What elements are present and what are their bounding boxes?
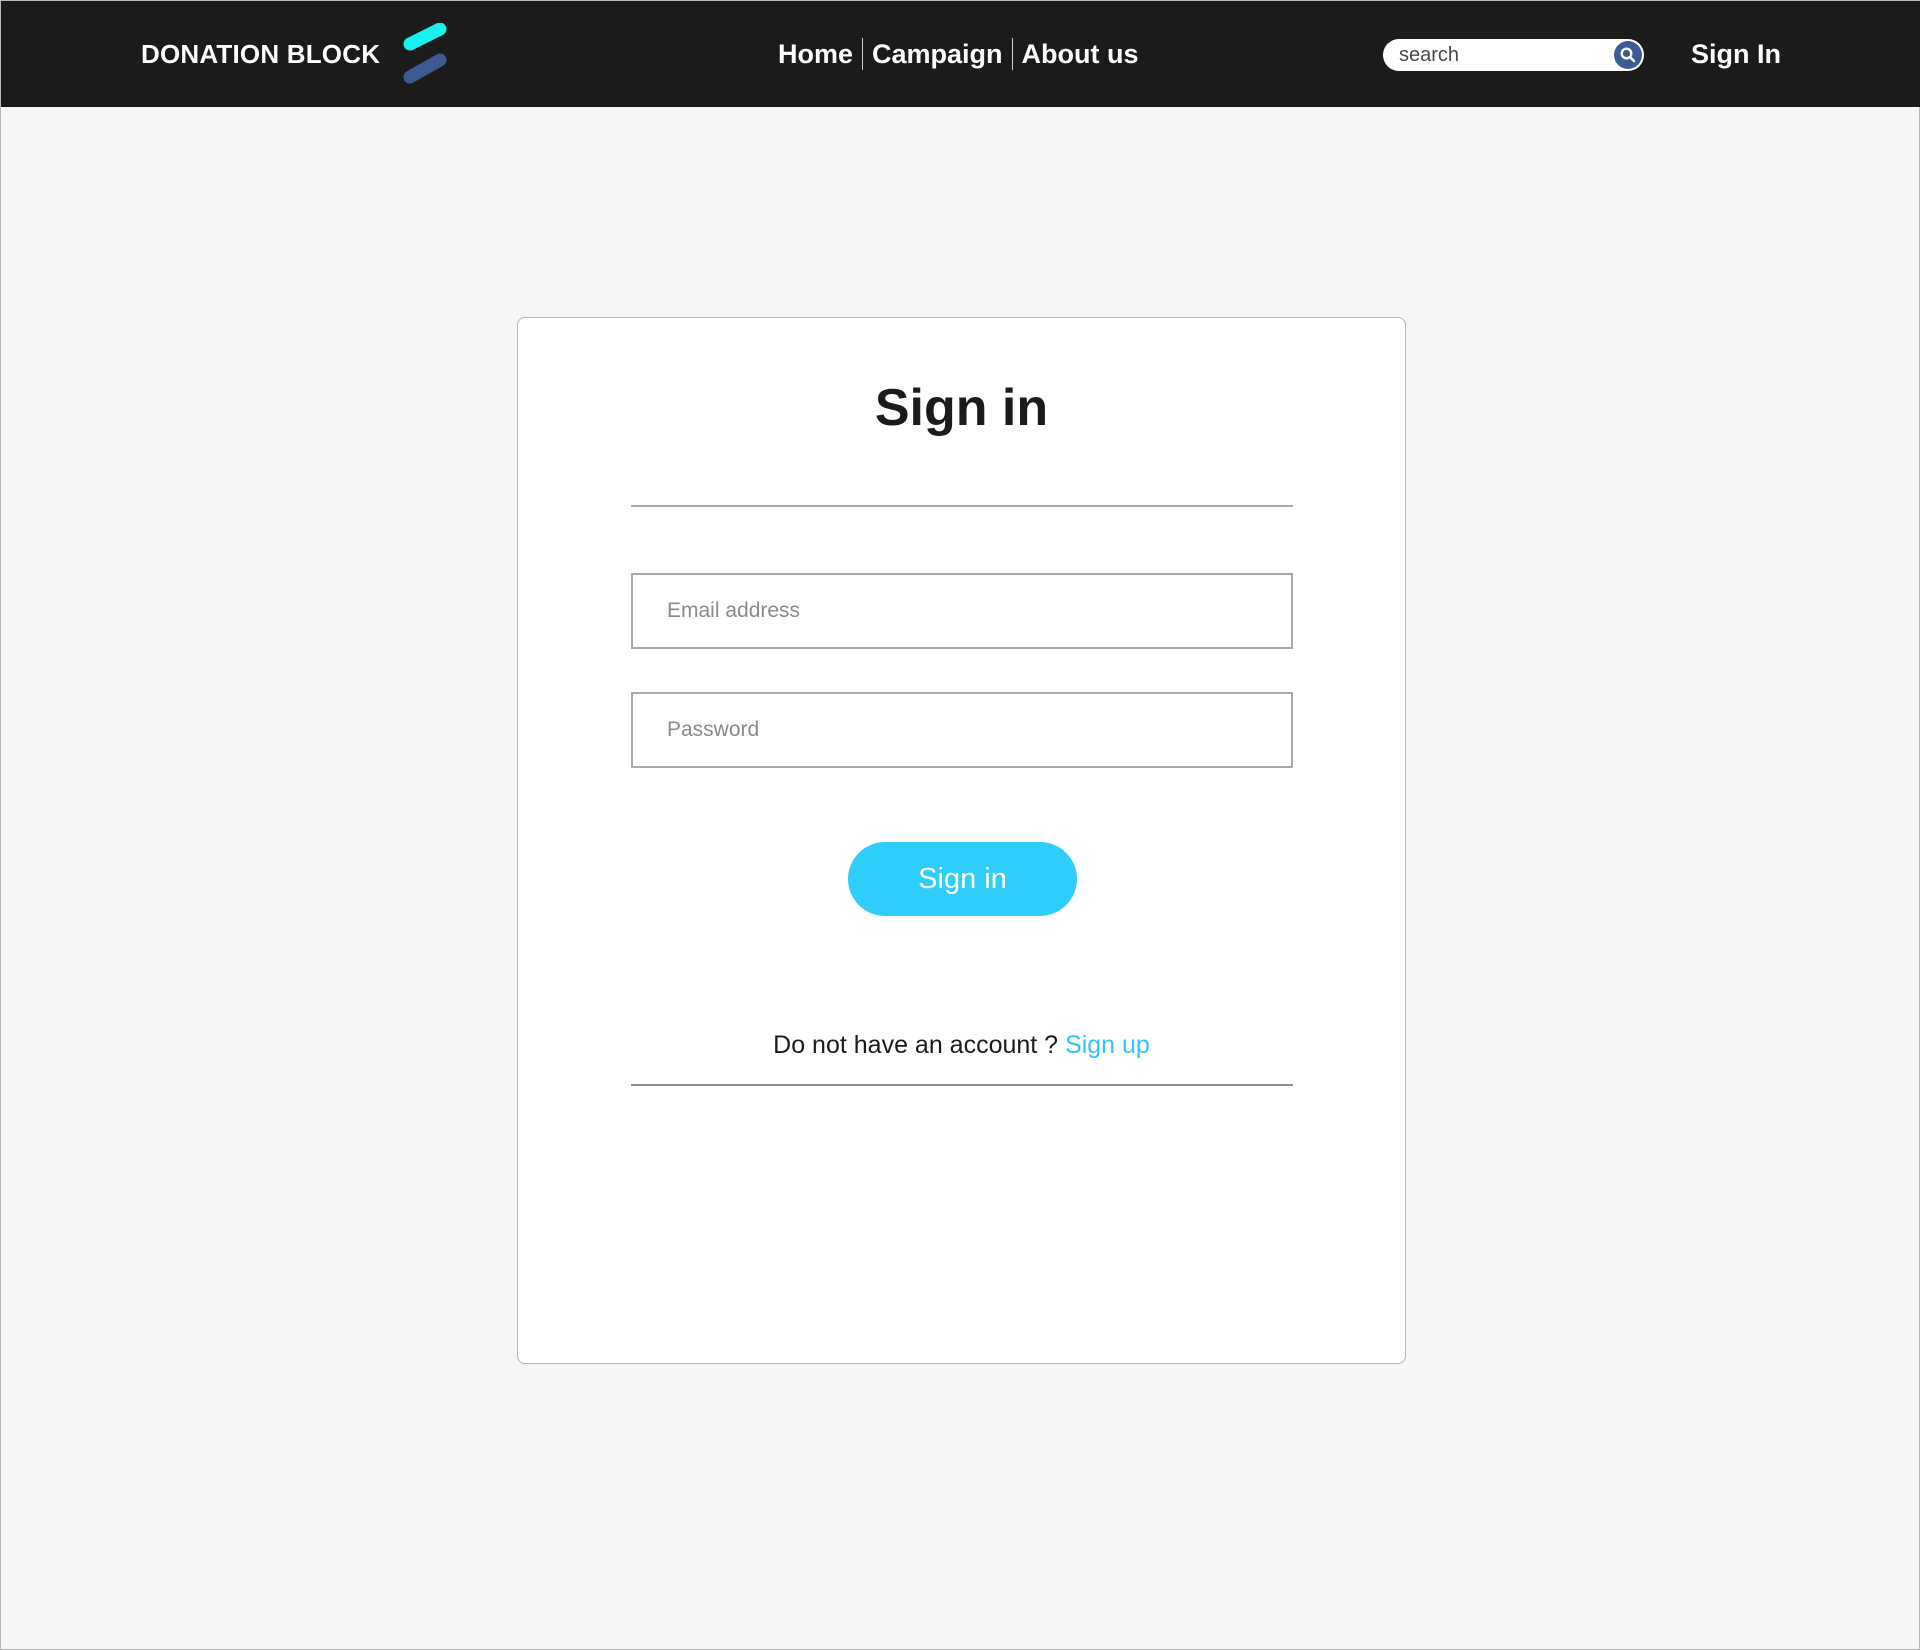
sign-in-card: Sign in Sign in Do not have an account ?… — [517, 317, 1406, 1364]
donation-block-logo-icon — [403, 23, 447, 84]
sign-up-link[interactable]: Sign up — [1065, 1031, 1150, 1059]
sign-in-button[interactable]: Sign in — [848, 842, 1077, 916]
password-field[interactable] — [631, 692, 1293, 768]
nav-divider — [1011, 38, 1013, 70]
brand-name: DONATION BLOCK — [141, 38, 381, 69]
search-bar — [1383, 39, 1644, 71]
main-nav: Home Campaign About us — [778, 1, 1139, 107]
nav-about-us[interactable]: About us — [1022, 39, 1139, 70]
no-account-text: Do not have an account ? — [773, 1031, 1059, 1059]
nav-divider — [862, 38, 864, 70]
email-field[interactable] — [631, 573, 1293, 649]
nav-home[interactable]: Home — [778, 39, 853, 70]
search-icon — [1620, 47, 1636, 63]
divider — [631, 505, 1293, 507]
brand[interactable]: DONATION BLOCK — [141, 1, 448, 107]
top-navigation-bar: DONATION BLOCK Home Campaign About us Si… — [1, 1, 1920, 107]
search-button[interactable] — [1614, 41, 1642, 69]
page-title: Sign in — [874, 379, 1049, 437]
nav-campaign[interactable]: Campaign — [872, 39, 1003, 70]
header-sign-in-link[interactable]: Sign In — [1691, 1, 1781, 107]
divider — [631, 1084, 1293, 1086]
search-input[interactable] — [1399, 40, 1619, 70]
sign-up-prompt: Do not have an account ? Sign up — [518, 1031, 1405, 1060]
